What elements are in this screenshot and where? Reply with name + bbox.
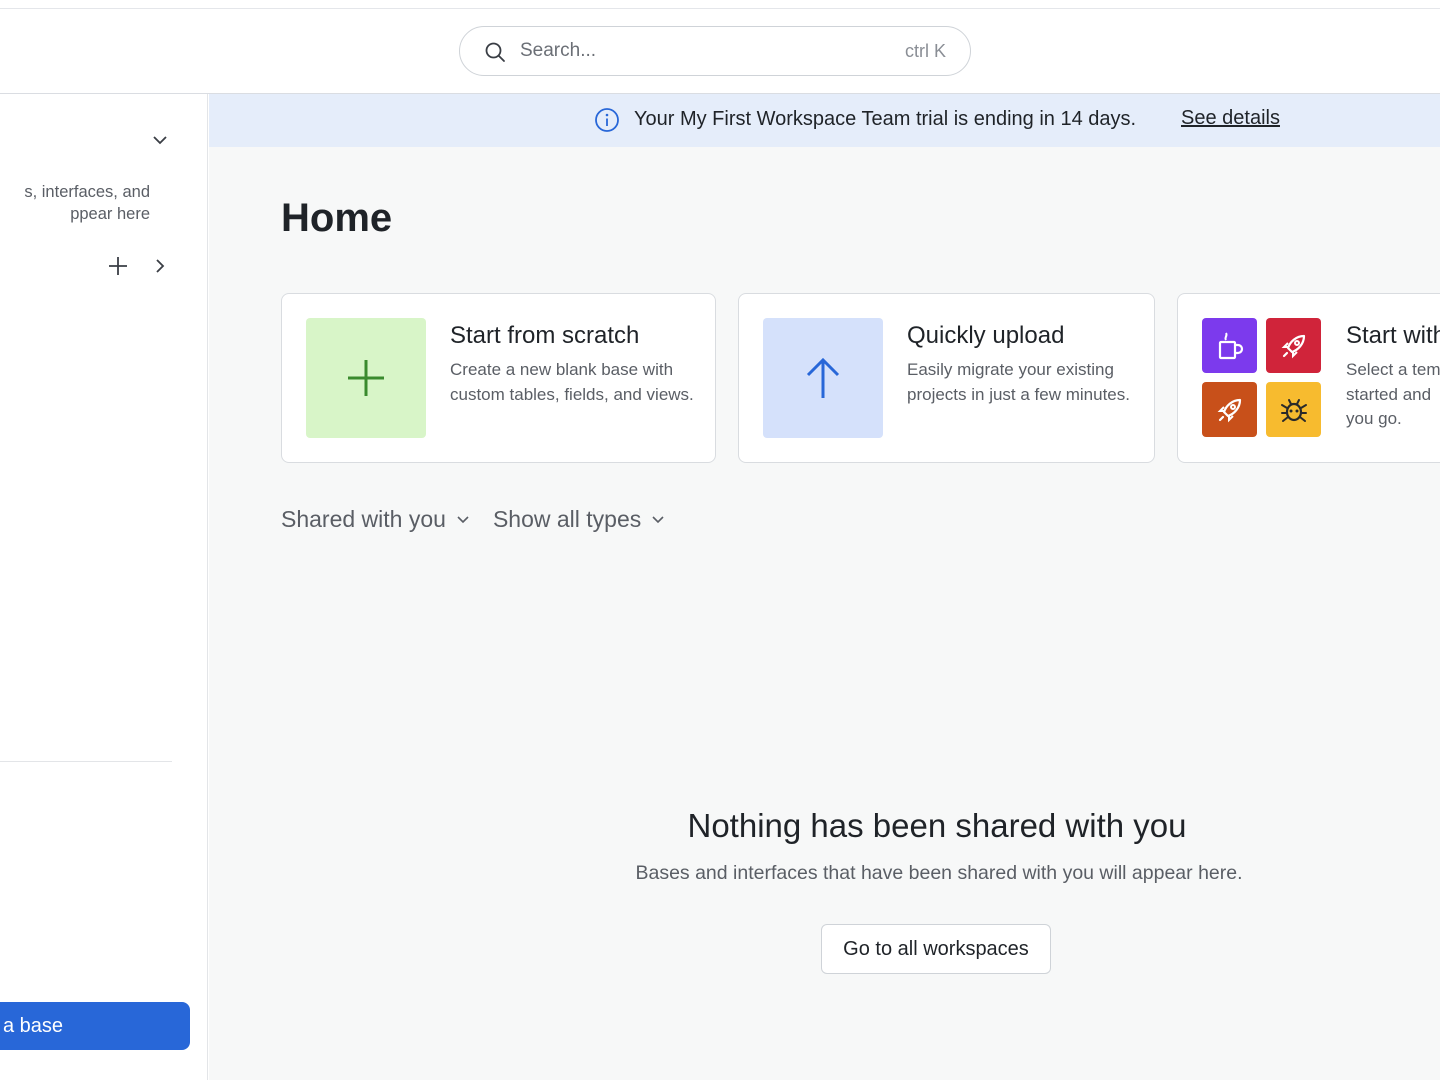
- template-icons-grid: [1202, 318, 1322, 438]
- quickly-upload-card[interactable]: Quickly upload Easily migrate your exist…: [738, 293, 1155, 463]
- main-content: Your My First Workspace Team trial is en…: [209, 94, 1440, 1080]
- scratch-tile: [306, 318, 426, 438]
- coffee-cup-icon: [1218, 331, 1243, 359]
- search-bar[interactable]: Search... ctrl K: [459, 26, 971, 76]
- card-title: Start with: [1346, 322, 1440, 349]
- plus-icon: [348, 360, 384, 396]
- card-description-line: Select a tem: [1346, 360, 1440, 379]
- go-to-all-workspaces-button[interactable]: Go to all workspaces: [821, 924, 1051, 974]
- see-details-link[interactable]: See details: [1181, 107, 1280, 130]
- template-icon-tile: [1266, 382, 1321, 437]
- start-from-scratch-card[interactable]: Start from scratch Create a new blank ba…: [281, 293, 716, 463]
- card-title: Quickly upload: [907, 322, 1065, 349]
- shared-filter-label: Shared with you: [281, 505, 446, 532]
- info-icon: [595, 108, 619, 132]
- card-description: Select a tem started and you go.: [1346, 358, 1440, 432]
- filter-bar: Shared with you Show all types: [281, 504, 688, 534]
- template-icon-tile: [1202, 382, 1257, 437]
- show-all-types-dropdown[interactable]: Show all types: [493, 504, 666, 534]
- empty-state-subtitle: Bases and interfaces that have been shar…: [635, 862, 1243, 884]
- sidebar-empty-text-line: s, interfaces, and: [24, 183, 150, 201]
- page-title: Home: [281, 196, 393, 240]
- arrow-up-icon: [806, 357, 840, 398]
- search-icon: [485, 42, 505, 62]
- search-shortcut-hint: ctrl K: [904, 41, 946, 61]
- card-title: Start from scratch: [450, 322, 640, 349]
- bug-icon: [1280, 398, 1307, 422]
- types-filter-label: Show all types: [492, 505, 642, 532]
- rocket-icon: [1217, 398, 1241, 422]
- trial-banner: Your My First Workspace Team trial is en…: [209, 94, 1440, 147]
- card-description-line: you go.: [1346, 409, 1402, 428]
- chevron-down-icon: [457, 516, 469, 524]
- trial-message: Your My First Workspace Team trial is en…: [634, 108, 1137, 130]
- create-base-button[interactable]: a base: [0, 1002, 190, 1050]
- create-base-label: a base: [3, 1014, 64, 1037]
- top-header: Search... ctrl K: [0, 9, 1440, 94]
- go-to-all-workspaces-label: Go to all workspaces: [843, 937, 1029, 960]
- sidebar-empty-text-line: ppear here: [70, 205, 150, 223]
- chevron-right-icon[interactable]: [150, 256, 170, 276]
- plus-icon[interactable]: [107, 255, 129, 277]
- template-icon-tile: [1266, 318, 1321, 373]
- card-description-line: started and: [1346, 384, 1432, 404]
- sidebar: s, interfaces, and ppear here a base: [0, 94, 208, 1080]
- upload-tile: [763, 318, 883, 438]
- template-icon-tile: [1202, 318, 1257, 373]
- empty-state-title: Nothing has been shared with you: [687, 807, 1187, 844]
- chevron-down-icon: [652, 516, 664, 524]
- shared-with-you-dropdown[interactable]: Shared with you: [281, 504, 471, 534]
- card-description: Easily migrate your existing projects in…: [907, 360, 1130, 404]
- search-placeholder: Search...: [520, 40, 597, 61]
- sidebar-divider: [0, 761, 172, 762]
- chevron-down-icon[interactable]: [150, 130, 170, 150]
- start-with-template-card[interactable]: Start with Select a tem started and you …: [1177, 293, 1440, 463]
- card-description: Create a new blank base with custom tabl…: [450, 360, 694, 404]
- rocket-icon: [1281, 334, 1305, 358]
- sidebar-empty-text: s, interfaces, and ppear here: [0, 181, 150, 225]
